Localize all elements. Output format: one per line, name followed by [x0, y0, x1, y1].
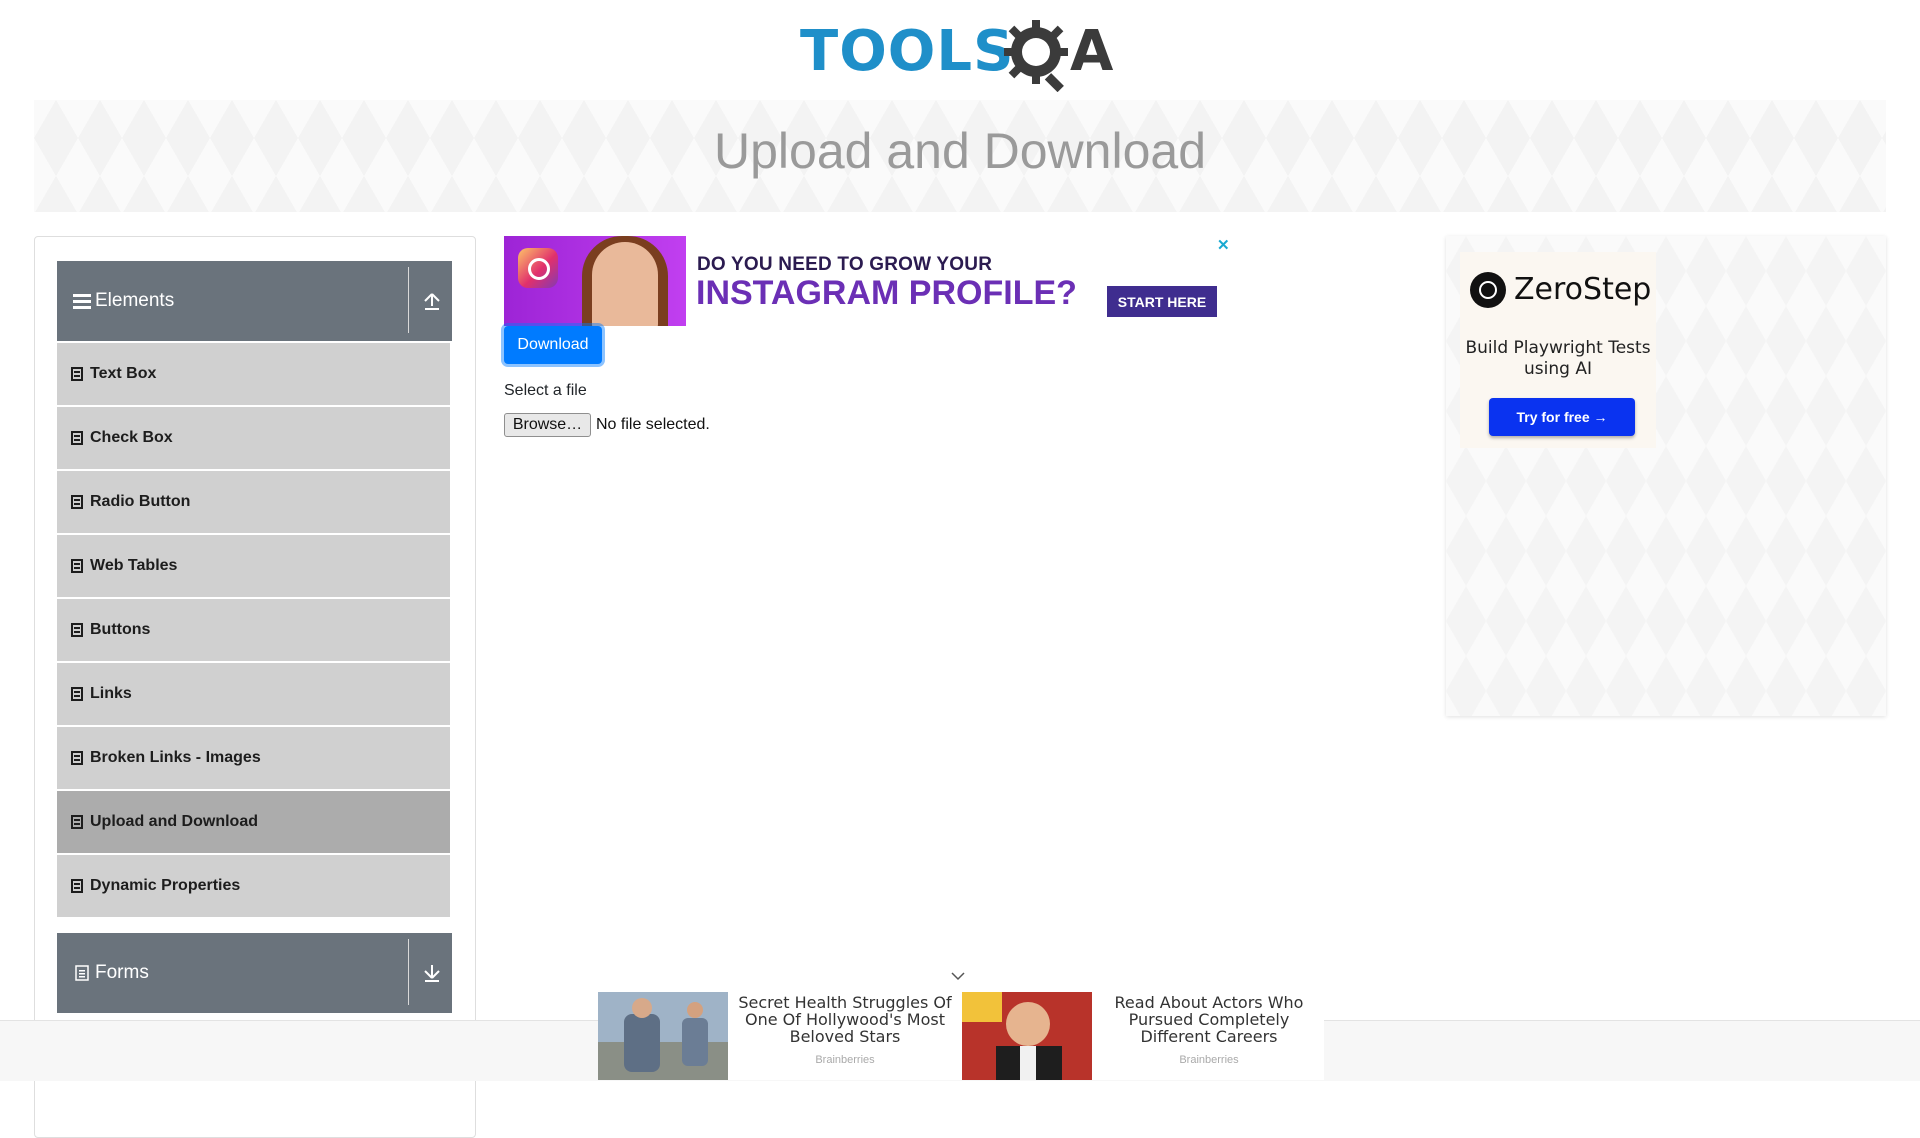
ad-person-face — [592, 242, 658, 326]
sidebar-item-buttons[interactable]: Buttons — [57, 599, 450, 661]
divider — [408, 267, 409, 333]
sidebar-item-label: Links — [90, 685, 132, 702]
document-icon — [75, 965, 89, 981]
collapse-up-icon[interactable] — [423, 291, 441, 311]
sidebar-item-radio-button[interactable]: Radio Button — [57, 471, 450, 533]
file-icon — [71, 367, 83, 381]
sidebar-item-links[interactable]: Links — [57, 663, 450, 725]
sidebar-item-label: Check Box — [90, 429, 173, 446]
close-icon[interactable]: ✕ — [1217, 236, 1230, 254]
file-icon — [71, 559, 83, 573]
instagram-ad[interactable]: DO YOU NEED TO GROW YOUR INSTAGRAM PROFI… — [504, 236, 1217, 326]
select-file-label: Select a file — [504, 382, 587, 399]
zerostep-logo-icon — [1470, 272, 1506, 308]
bottom-ad[interactable]: Secret Health Struggles Of One Of Hollyw… — [598, 972, 1324, 1080]
browse-button[interactable]: Browse… — [504, 413, 591, 437]
group-header-forms[interactable]: Forms — [57, 933, 452, 1013]
ad-card-title: Read About Actors Who Pursued Completely… — [1114, 993, 1304, 1046]
ad-card[interactable]: Read About Actors Who Pursued Completely… — [962, 992, 1324, 1080]
page-title: Upload and Download — [713, 123, 1207, 179]
logo-word: TOOLS — [800, 19, 1015, 84]
chevron-down-icon[interactable] — [950, 968, 966, 984]
sidebar-item-label: Upload and Download — [90, 813, 258, 830]
ad-card-title: Secret Health Struggles Of One Of Hollyw… — [738, 993, 952, 1046]
sidebar-item-label: Buttons — [90, 621, 151, 638]
ad-card-source: Brainberries — [815, 1054, 875, 1066]
file-icon — [71, 815, 83, 829]
ad-image — [504, 236, 686, 326]
download-button[interactable]: Download — [504, 326, 602, 364]
sidebar-item-web-tables[interactable]: Web Tables — [57, 535, 450, 597]
ad-card-source: Brainberries — [1179, 1054, 1239, 1066]
file-icon — [71, 879, 83, 893]
ad-thumbnail — [962, 992, 1092, 1080]
ad-subheadline: INSTAGRAM PROFILE? — [696, 274, 1077, 312]
logo-qa: A — [1070, 19, 1114, 84]
sidebar-item-text-box[interactable]: Text Box — [57, 343, 450, 405]
gear-magnifier-icon — [1004, 20, 1068, 92]
ad-thumbnail — [598, 992, 728, 1080]
sidebar-item-label: Web Tables — [90, 557, 178, 574]
sidebar-item-label: Dynamic Properties — [90, 877, 241, 894]
file-icon — [71, 431, 83, 445]
ad-cta-button[interactable]: START HERE — [1107, 286, 1217, 317]
file-icon — [71, 623, 83, 637]
sidebar-item-check-box[interactable]: Check Box — [57, 407, 450, 469]
sidebar-item-broken-links[interactable]: Broken Links - Images — [57, 727, 450, 789]
ad-headline: DO YOU NEED TO GROW YOUR — [697, 254, 993, 275]
ad-card[interactable]: Secret Health Struggles Of One Of Hollyw… — [598, 992, 960, 1080]
file-icon — [71, 687, 83, 701]
expand-down-icon[interactable] — [423, 963, 441, 983]
try-free-button[interactable]: Try for free → — [1489, 398, 1635, 436]
toolsqa-logo[interactable]: TOOLS A — [800, 14, 1125, 92]
sidebar-item-upload-download[interactable]: Upload and Download — [57, 791, 450, 853]
ad-tagline: Build Playwright Tests using AI — [1465, 338, 1651, 379]
ad-brand: ZeroStep — [1514, 272, 1652, 307]
zerostep-ad-card[interactable]: ZeroStep Build Playwright Tests using AI… — [1460, 252, 1656, 448]
group-title: Elements — [95, 290, 175, 311]
file-icon — [71, 751, 83, 765]
sidebar: Elements Text Box Check Box Radio Button… — [34, 236, 476, 1138]
sidebar-item-label: Broken Links - Images — [90, 749, 261, 766]
divider — [408, 939, 409, 1005]
list-icon — [73, 294, 91, 309]
instagram-icon — [518, 248, 558, 288]
file-icon — [71, 495, 83, 509]
page-banner: Upload and Download — [34, 100, 1886, 212]
file-status: No file selected. — [596, 416, 710, 433]
right-ad[interactable]: ZeroStep Build Playwright Tests using AI… — [1446, 236, 1886, 716]
sidebar-item-label: Text Box — [90, 365, 157, 382]
group-header-elements[interactable]: Elements — [57, 261, 452, 341]
group-title: Forms — [95, 962, 149, 983]
sidebar-item-dynamic-properties[interactable]: Dynamic Properties — [57, 855, 450, 917]
sidebar-item-label: Radio Button — [90, 493, 191, 510]
